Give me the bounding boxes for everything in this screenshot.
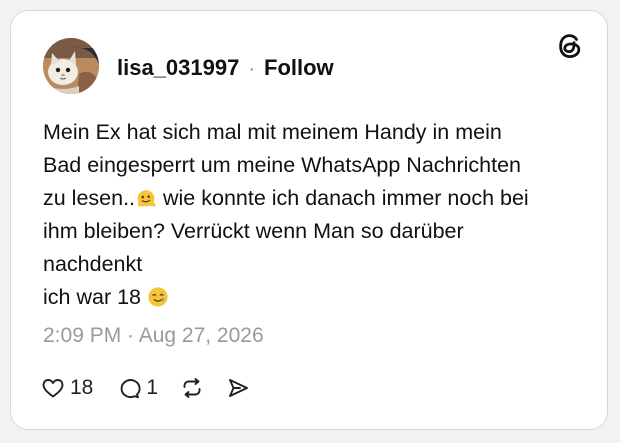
post-header: lisa_031997 · Follow [117,55,334,81]
smiling-face-with-tear-emoji [148,287,168,307]
avatar-cat-image [43,38,99,94]
like-button[interactable]: 18 [41,376,93,400]
repost-icon [183,378,201,398]
post-text-line: Mein Ex hat sich mal mit meinem Handy in… [43,120,502,144]
post-text-segment: wie konnte ich danach immer noch bei [157,186,529,210]
post-text-line: zu lesen.. wie konnte ich danach immer n… [43,182,583,215]
threads-logo-icon[interactable] [555,31,585,61]
reply-button[interactable]: 1 [117,376,158,400]
post-text-line: ihm bleiben? Verrückt wenn Man so darübe… [43,219,464,243]
heart-icon [42,379,64,398]
avatar[interactable] [43,38,99,94]
post-text-line: Bad eingesperrt um meine WhatsApp Nachri… [43,153,522,177]
post-timestamp: 2:09 PM · Aug 27, 2026 [43,324,264,347]
post-text: Mein Ex hat sich mal mit meinem Handy in… [43,116,583,314]
post-text-segment: ich war 18 [43,285,147,309]
like-count: 18 [70,376,94,399]
post-text-segment: zu lesen.. [43,186,136,210]
send-icon [229,379,248,397]
post-text-line: nachdenkt [43,252,143,276]
melting-face-emoji [137,190,157,207]
separator-dot: · [248,58,256,80]
reply-count: 1 [146,376,159,399]
follow-button[interactable]: Follow [264,55,334,81]
share-button[interactable] [226,376,250,400]
post-actions: 18 1 [41,373,250,403]
post-card: lisa_031997 · Follow Mein Ex hat sich ma… [10,10,608,430]
speech-bubble-icon [121,379,141,399]
post-text-line: ich war 18 [43,281,583,314]
repost-button[interactable] [180,376,204,400]
username[interactable]: lisa_031997 [117,55,239,81]
